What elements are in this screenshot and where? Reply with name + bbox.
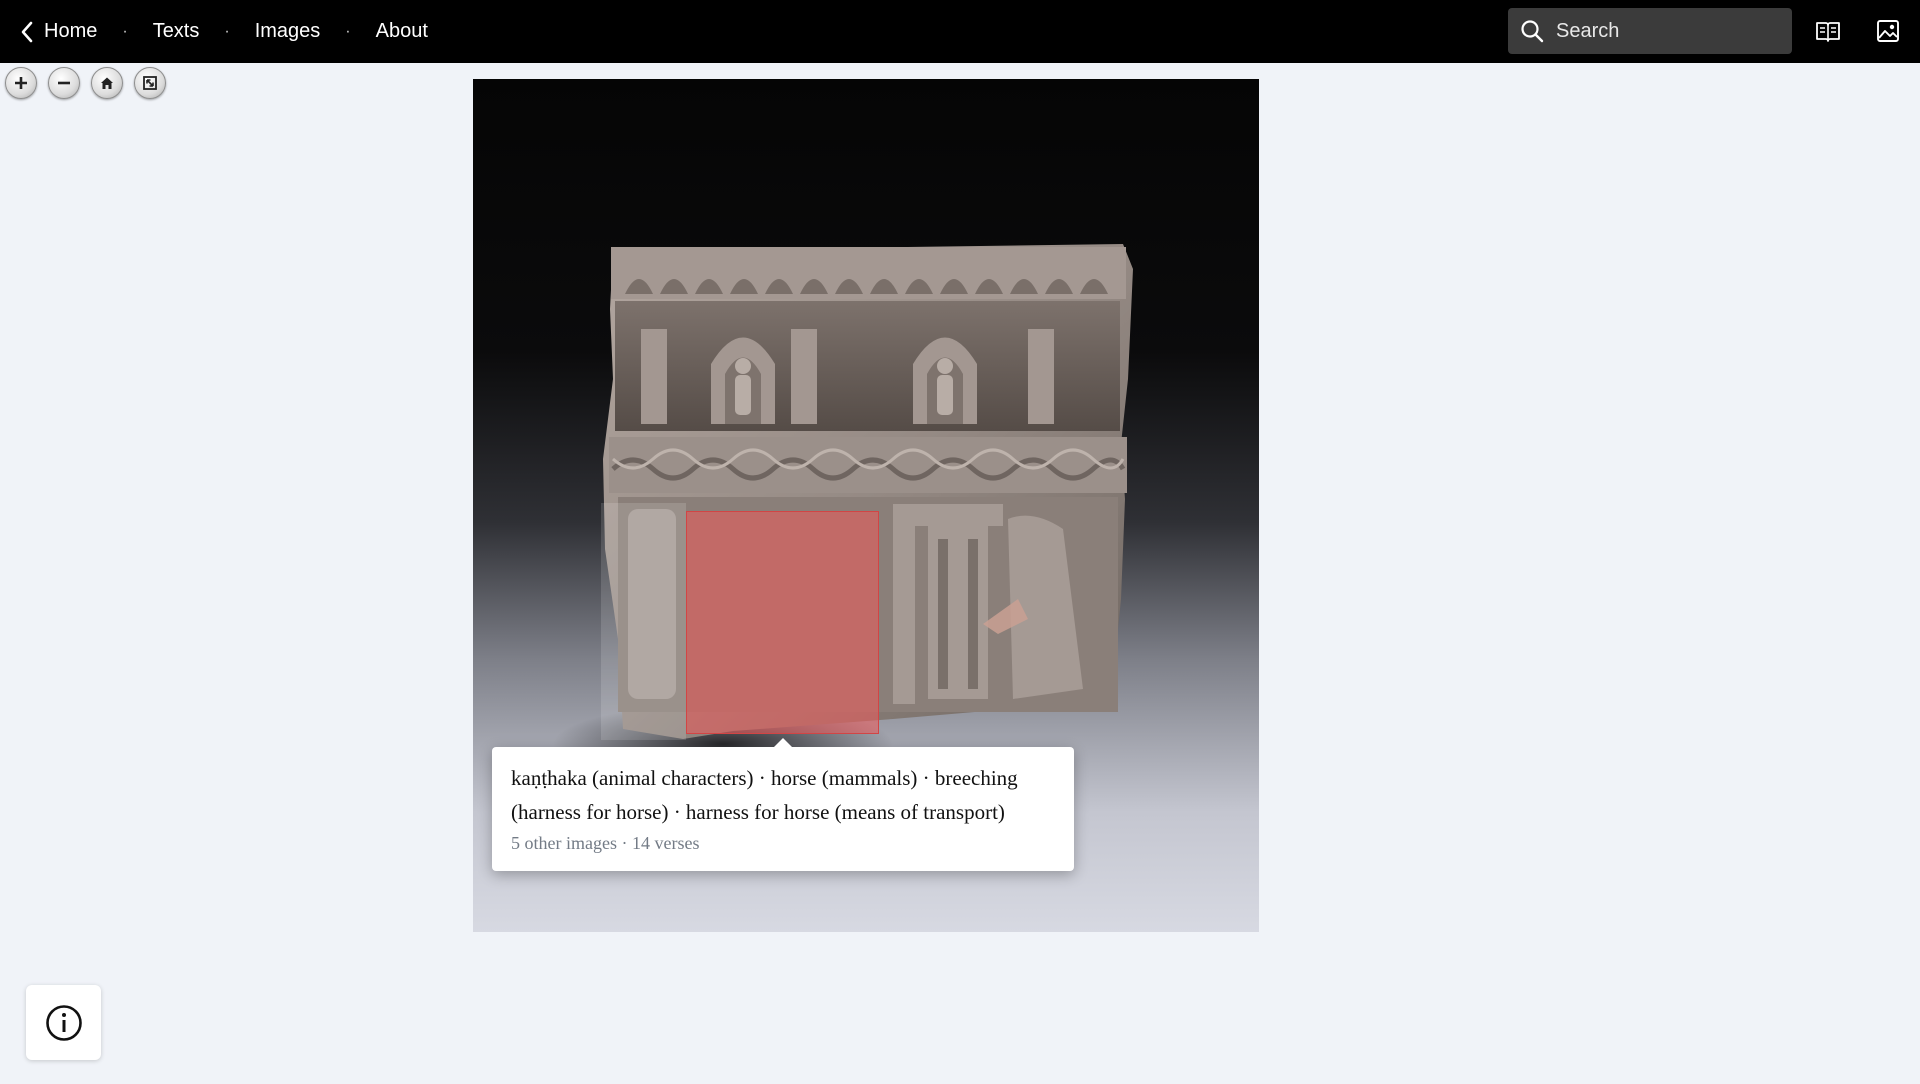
info-icon [45,1004,82,1041]
nav-link-texts[interactable]: Texts [153,20,200,43]
annotation-region[interactable] [601,503,686,740]
nav-link-about[interactable]: About [376,20,428,43]
fullscreen-button[interactable] [134,67,166,99]
home-link[interactable]: Home [20,20,97,43]
main-nav: Home · Texts · Images · About [20,0,428,63]
search-input[interactable] [1554,18,1778,44]
zoom-in-icon [15,77,27,89]
nav-separator: · [345,22,351,40]
nav-separator: · [224,22,230,40]
zoom-out-icon [58,81,70,85]
zoom-out-button[interactable] [48,67,80,99]
reset-view-button[interactable] [91,67,123,99]
nav-link-images[interactable]: Images [255,20,321,43]
home-icon [101,77,113,89]
info-button[interactable] [26,985,101,1060]
search-icon [1521,20,1544,43]
home-link-label: Home [44,20,98,42]
annotation-title[interactable]: kaṇṭhaka (animal characters) · horse (ma… [511,761,1055,829]
nav-separator: · [122,22,128,40]
annotation-tooltip: kaṇṭhaka (animal characters) · horse (ma… [492,738,1074,871]
zoom-in-button[interactable] [5,67,37,99]
zoom-toolbar [5,67,166,99]
search-box[interactable] [1508,8,1792,54]
chevron-left-icon [21,21,33,42]
image-icon[interactable] [1875,18,1901,44]
book-open-icon[interactable] [1815,18,1841,44]
top-bar: Home · Texts · Images · About [0,0,1920,63]
fullscreen-icon [143,76,157,90]
annotation-meta[interactable]: 5 other images · 14 verses [511,833,1055,854]
annotation-highlight-region[interactable] [686,511,879,734]
